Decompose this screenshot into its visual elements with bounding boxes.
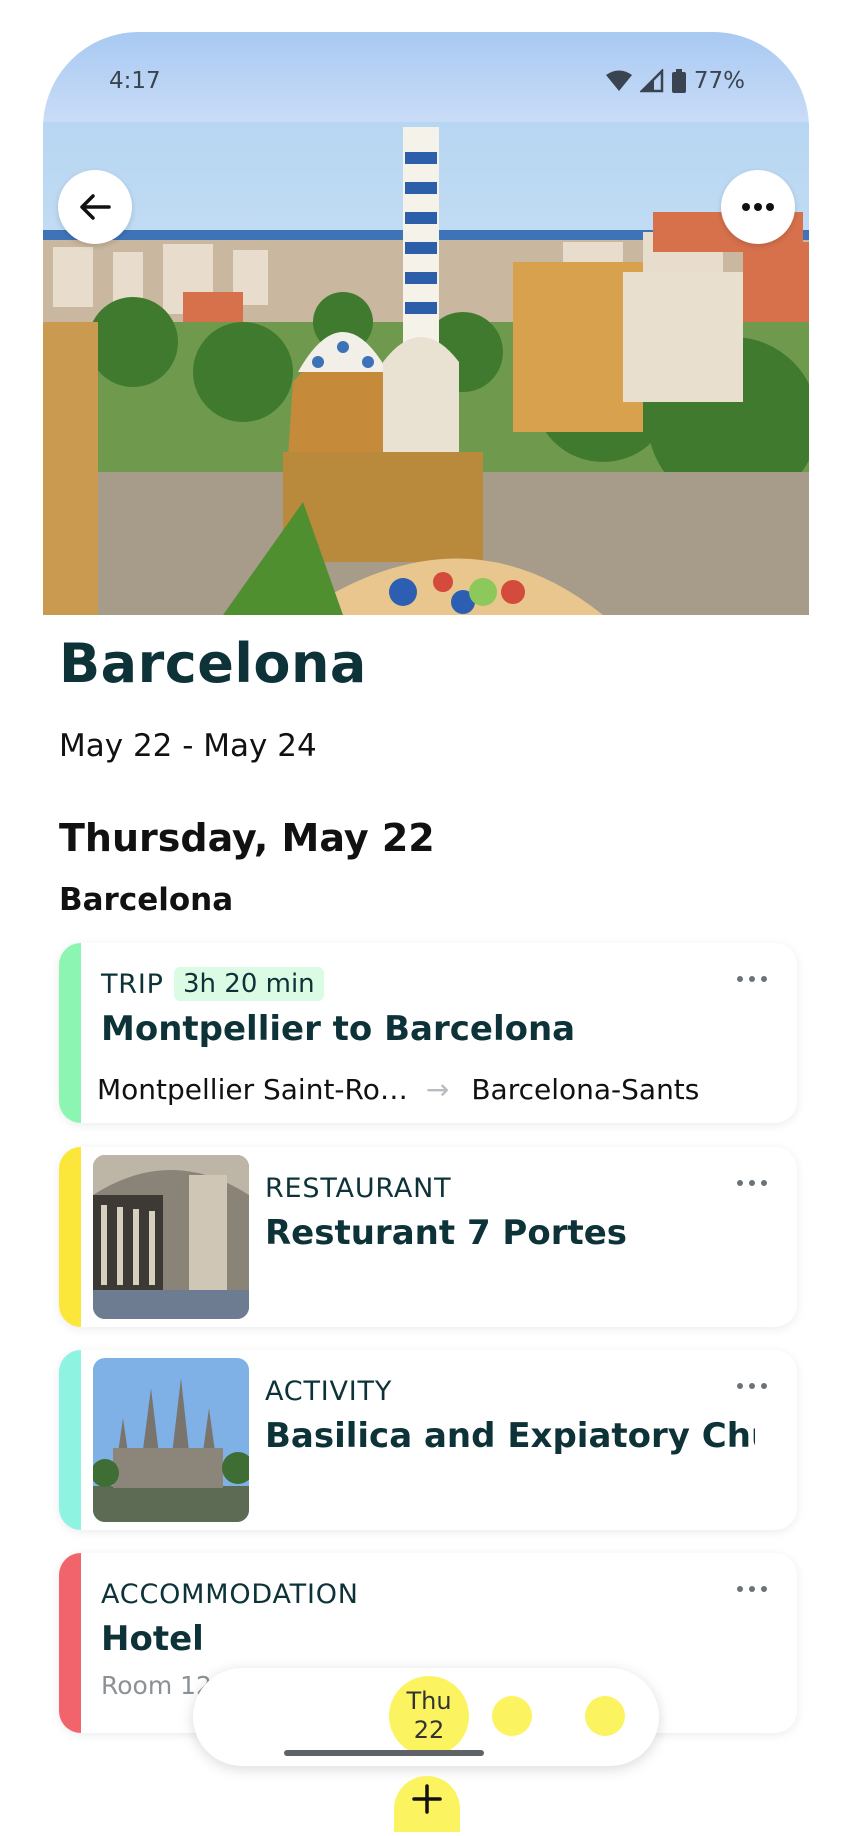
itinerary-card-restaurant[interactable]: RESTAURANT Resturant 7 Portes: [59, 1147, 797, 1327]
card-title: Basilica and Expiatory Chur…: [265, 1416, 755, 1456]
day-chip[interactable]: [585, 1696, 625, 1736]
destination-hero-image: [43, 122, 809, 615]
more-horizontal-icon: [737, 976, 743, 982]
card-title: Hotel: [101, 1619, 204, 1659]
card-menu-button[interactable]: [737, 1583, 767, 1595]
arrow-right-icon: →: [425, 1073, 450, 1106]
day-chip[interactable]: [492, 1696, 532, 1736]
day-heading: Thursday, May 22: [59, 816, 435, 860]
card-menu-button[interactable]: [737, 973, 767, 985]
card-category: TRIP: [101, 969, 164, 1000]
battery-percent: 77%: [693, 68, 745, 94]
signal-icon: [639, 69, 664, 93]
restaurant-thumbnail: [93, 1155, 249, 1319]
day-chip-date: 22: [413, 1716, 445, 1744]
day-chip-weekday: Thu: [406, 1687, 452, 1715]
plus-icon: [412, 1784, 442, 1814]
card-category: ACCOMMODATION: [101, 1579, 359, 1610]
trip-dates: May 22 - May 24: [59, 728, 317, 764]
more-horizontal-icon: [737, 1586, 743, 1592]
day-city: Barcelona: [59, 882, 234, 918]
battery-icon: [671, 69, 686, 93]
app-screen: 4:17 77% Barcelona May 22 - May 24 Thurs…: [43, 32, 809, 1832]
category-stripe: [59, 1350, 81, 1530]
status-bar: 4:17 77%: [43, 32, 809, 122]
category-stripe: [59, 1147, 81, 1327]
activity-thumbnail: [93, 1358, 249, 1522]
destination-title: Barcelona: [59, 632, 367, 695]
card-category: ACTIVITY: [265, 1376, 393, 1407]
route-origin: Montpellier Saint-Ro…: [97, 1073, 408, 1106]
card-menu-button[interactable]: [737, 1380, 767, 1392]
wifi-icon: [605, 70, 632, 91]
card-category: RESTAURANT: [265, 1173, 452, 1204]
home-indicator[interactable]: [284, 1750, 484, 1756]
more-horizontal-icon: [737, 1383, 743, 1389]
itinerary-card-trip[interactable]: TRIP 3h 20 min Montpellier to Barcelona …: [59, 943, 797, 1123]
route-destination: Barcelona-Sants: [471, 1073, 700, 1106]
day-chip-active[interactable]: Thu 22: [389, 1676, 469, 1756]
more-options-button[interactable]: [721, 170, 795, 244]
status-icons: 77%: [605, 68, 745, 94]
route: Montpellier Saint-Ro… → Barcelona-Sants: [97, 1073, 699, 1106]
card-title: Montpellier to Barcelona: [101, 1009, 576, 1049]
duration-badge: 3h 20 min: [174, 967, 324, 1001]
more-horizontal-icon: [737, 1180, 743, 1186]
itinerary-card-activity[interactable]: ACTIVITY Basilica and Expiatory Chur…: [59, 1350, 797, 1530]
card-menu-button[interactable]: [737, 1177, 767, 1189]
category-stripe: [59, 943, 81, 1123]
card-title: Resturant 7 Portes: [265, 1213, 628, 1253]
status-time: 4:17: [109, 68, 161, 94]
back-button[interactable]: [58, 170, 132, 244]
add-item-button[interactable]: [394, 1776, 460, 1832]
arrow-left-icon: [80, 194, 111, 220]
more-horizontal-icon: [742, 203, 774, 211]
category-stripe: [59, 1553, 81, 1733]
